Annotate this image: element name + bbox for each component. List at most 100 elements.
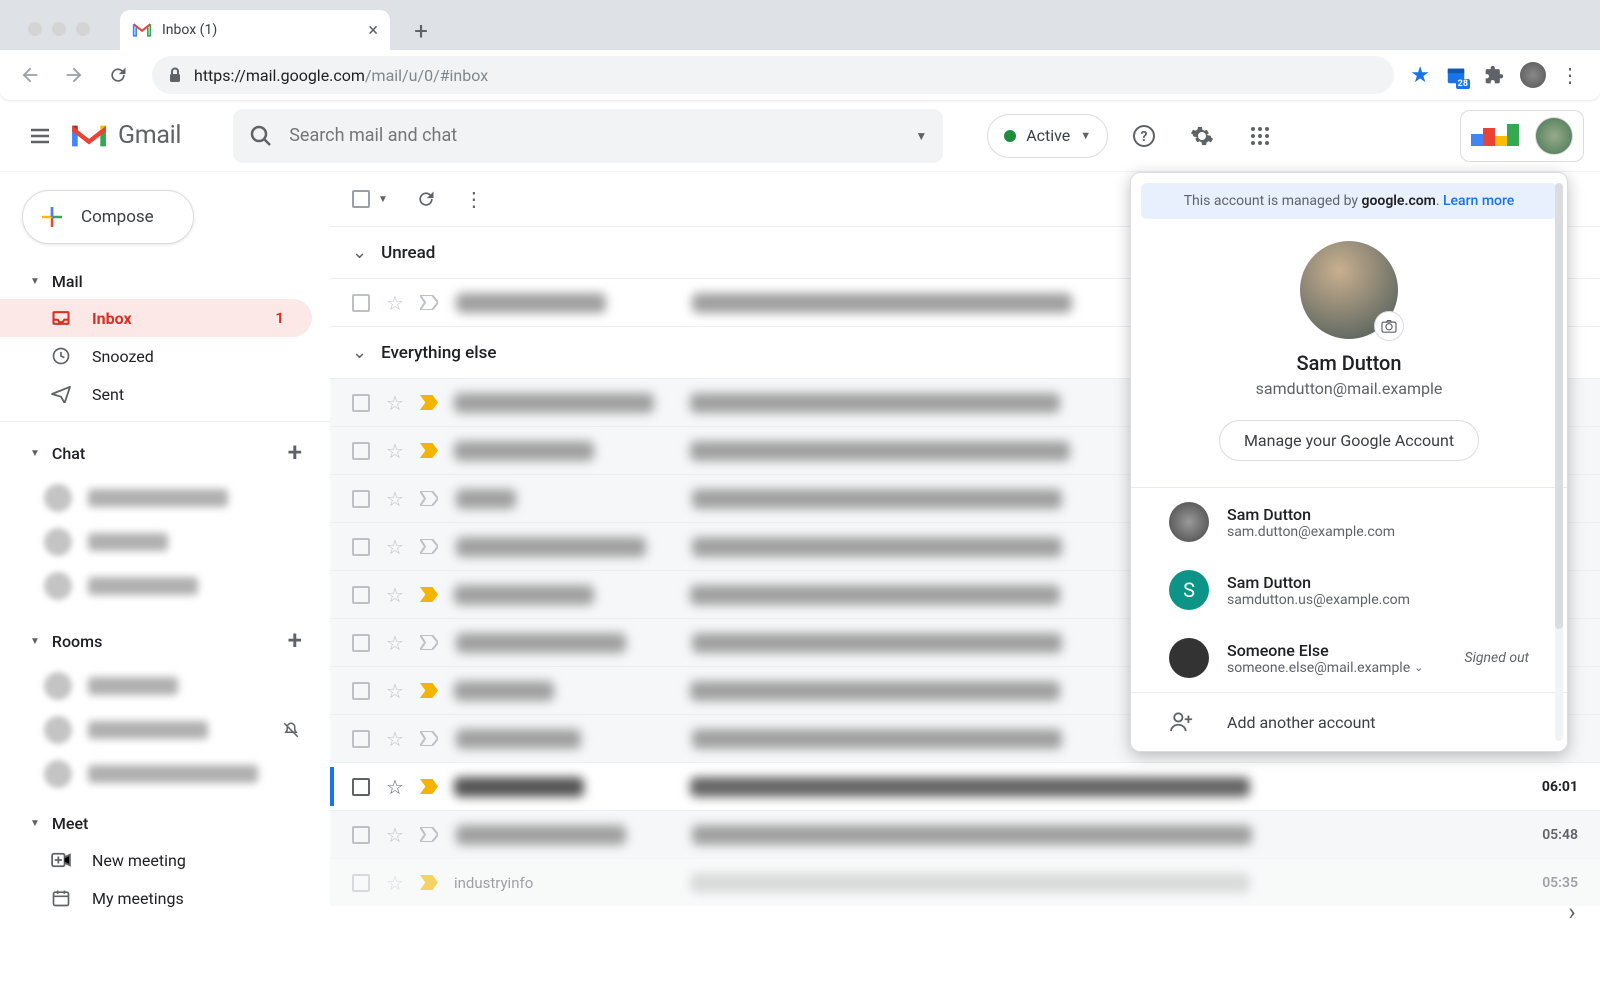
status-chip[interactable]: Active ▼ [987,114,1108,158]
important-icon [420,295,440,311]
compose-plus-icon [37,202,67,232]
chat-section-heading[interactable]: ▼Chat+ [0,430,330,476]
browser-tab[interactable]: Inbox (1) × [120,10,390,50]
mail-row[interactable]: ☆05:48 [330,810,1600,858]
mail-list: ▼ ⋮ ⌄Unread ☆ ⌄Everything else ☆ ☆ ☆ ☆ ☆… [330,172,1600,988]
address-bar[interactable]: https://mail.google.com/mail/u/0/#inbox [152,56,1394,94]
calendar-icon [50,888,72,908]
important-filled-icon [420,587,438,602]
lock-icon [168,67,182,83]
maximize-window[interactable] [76,22,90,36]
account-avatar[interactable] [1535,117,1573,155]
important-filled-icon [420,443,438,458]
window-controls[interactable] [16,22,90,50]
rooms-section-heading[interactable]: ▼Rooms+ [0,618,330,664]
switch-account-row[interactable]: Sam Duttonsam.dutton@example.com [1131,488,1567,556]
mail-section-heading[interactable]: ▼Mail [0,264,330,299]
account-row-avatar [1169,502,1209,542]
important-filled-icon [420,395,438,410]
chat-item[interactable] [0,476,330,520]
search-box[interactable]: ▼ [233,109,943,163]
reload-button[interactable] [100,57,136,93]
browser-toolbar: https://mail.google.com/mail/u/0/#inbox … [0,50,1600,100]
room-item[interactable] [0,708,330,752]
change-avatar-button[interactable] [1374,311,1404,341]
nav-sent[interactable]: Sent [0,375,312,413]
close-window[interactable] [28,22,42,36]
search-icon [249,124,273,148]
compose-button[interactable]: Compose [22,190,194,244]
account-row-avatar: S [1169,570,1209,610]
select-all-caret[interactable]: ▼ [378,194,388,205]
nav-new-meeting[interactable]: New meeting [0,841,312,879]
nav-inbox[interactable]: Inbox 1 [0,299,312,337]
bookmark-star-icon[interactable]: ★ [1410,63,1430,88]
search-input[interactable] [289,125,899,146]
more-actions-icon[interactable]: ⋮ [464,187,484,211]
back-button[interactable] [12,57,48,93]
signed-out-label: Signed out [1465,650,1529,666]
meet-section-heading[interactable]: ▼Meet [0,806,330,841]
nav-my-meetings[interactable]: My meetings [0,879,312,917]
toolbar-actions: ★ 28 ⋮ [1410,62,1588,88]
room-item[interactable] [0,664,330,708]
browser-menu-icon[interactable]: ⋮ [1560,63,1580,87]
org-account-switcher[interactable] [1460,110,1584,162]
extensions-puzzle-icon[interactable] [1482,63,1506,87]
add-room-icon[interactable]: + [288,626,302,656]
account-popover: This account is managed by google.com. L… [1130,172,1568,752]
settings-gear-icon[interactable] [1180,114,1224,158]
profile-avatar[interactable] [1520,62,1546,88]
clock-icon [50,346,72,366]
svg-text:?: ? [1141,129,1148,145]
managed-account-banner: This account is managed by google.com. L… [1141,183,1557,219]
gmail-logo[interactable]: Gmail [68,120,181,152]
account-name: Sam Dutton [1151,351,1547,375]
apps-grid-icon[interactable] [1238,114,1282,158]
support-icon[interactable]: ? [1122,114,1166,158]
mail-row[interactable]: ☆industryinfo05:35 [330,858,1600,906]
mute-icon[interactable] [282,721,300,739]
gmail-wordmark: Gmail [118,121,181,150]
inbox-icon [50,309,72,327]
refresh-button[interactable] [416,189,436,209]
popover-scrollbar[interactable] [1555,183,1563,741]
person-add-icon [1169,711,1205,733]
chat-item[interactable] [0,520,330,564]
important-filled-icon [420,779,438,794]
main-menu-button[interactable] [16,112,64,160]
switch-account-row[interactable]: S Sam Duttonsamdutton.us@example.com [1131,556,1567,624]
status-text: Active [1026,126,1070,145]
sent-icon [50,385,72,403]
gmail-favicon [132,22,152,38]
switch-account-row[interactable]: Someone Elsesomeone.else@mail.example ⌄ … [1131,624,1567,692]
status-active-dot [1004,130,1016,142]
account-row-avatar [1169,638,1209,678]
add-account-button[interactable]: Add another account [1131,692,1567,751]
mail-row[interactable]: ☆06:01 [330,762,1600,810]
important-filled-icon [420,683,438,698]
new-tab-button[interactable]: + [404,14,438,48]
url-text: https://mail.google.com/mail/u/0/#inbox [194,66,488,85]
org-logo-blocks [1471,124,1525,148]
select-all-checkbox[interactable] [352,190,370,208]
learn-more-link[interactable]: Learn more [1443,193,1514,209]
chat-item[interactable] [0,564,330,608]
room-item[interactable] [0,752,330,796]
sidebar: Compose ▼Mail Inbox 1 Snoozed Sent ▼Chat… [0,172,330,988]
search-options-icon[interactable]: ▼ [915,129,927,143]
compose-label: Compose [81,207,154,227]
manage-account-button[interactable]: Manage your Google Account [1219,420,1479,461]
forward-button[interactable] [56,57,92,93]
nav-snoozed[interactable]: Snoozed [0,337,312,375]
tab-close-icon[interactable]: × [368,20,378,41]
side-panel-toggle[interactable]: › [1552,892,1592,932]
add-chat-icon[interactable]: + [288,438,302,468]
minimize-window[interactable] [52,22,66,36]
account-email: samdutton@mail.example [1151,379,1547,398]
gmail-m-icon [68,120,110,152]
extension-calendar-icon[interactable]: 28 [1444,63,1468,87]
tab-title: Inbox (1) [162,22,217,38]
important-filled-icon [420,875,438,890]
browser-chrome: Inbox (1) × + https://mail.google.com/ma… [0,0,1600,100]
